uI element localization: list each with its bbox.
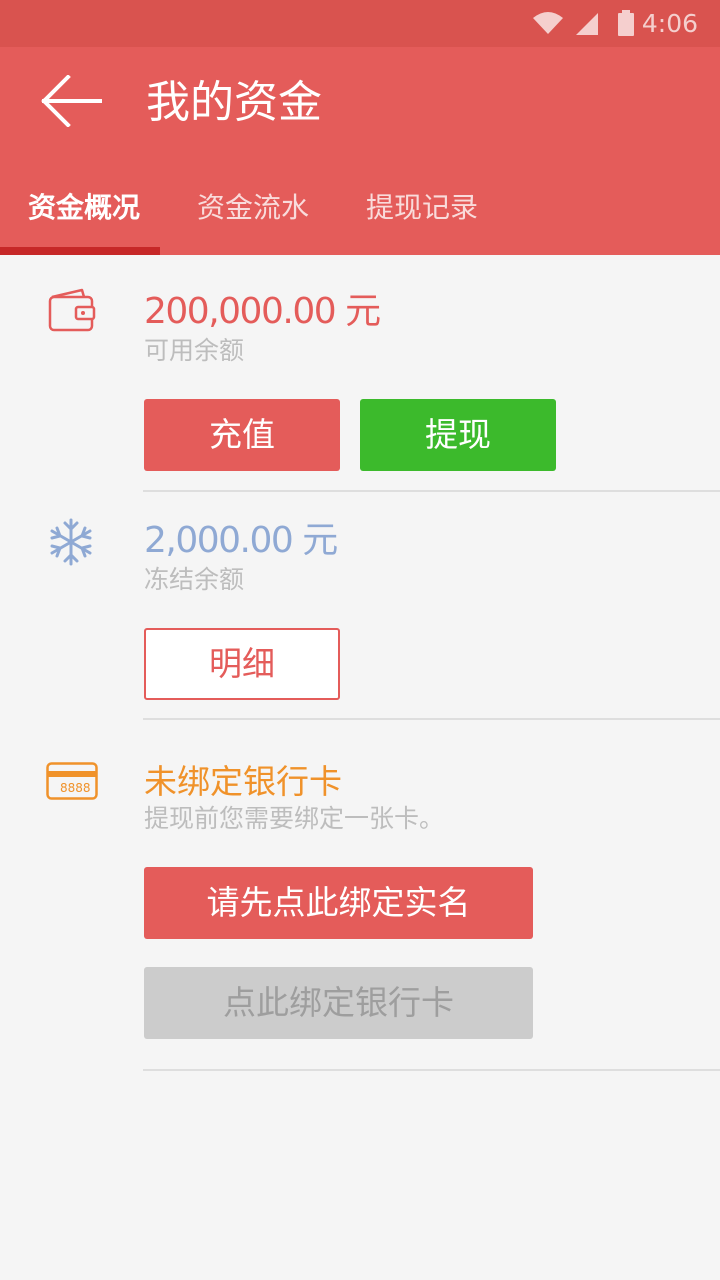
frozen-detail-button[interactable]: 明细 <box>144 628 340 700</box>
back-button[interactable] <box>40 74 104 128</box>
status-bar: 4:06 <box>0 0 720 47</box>
tab-indicator <box>0 247 160 255</box>
frozen-label: 冻结余额 <box>144 565 245 594</box>
bank-status-title: 未绑定银行卡 <box>144 762 342 801</box>
tab-fund-overview[interactable]: 资金概况 <box>28 186 140 255</box>
cellular-signal-icon <box>576 13 598 35</box>
withdraw-button[interactable]: 提现 <box>360 399 556 471</box>
snowflake-icon <box>50 518 92 566</box>
wallet-icon <box>48 288 96 332</box>
tab-fund-flow[interactable]: 资金流水 <box>197 186 309 255</box>
available-amount: 200,000.00 元 <box>144 291 381 332</box>
divider <box>143 490 720 492</box>
battery-icon <box>618 10 634 36</box>
status-clock: 4:06 <box>641 9 698 38</box>
bank-note: 提现前您需要绑定一张卡。 <box>144 804 445 833</box>
tab-withdraw-records[interactable]: 提现记录 <box>366 186 478 255</box>
arrow-left-icon <box>41 74 102 128</box>
divider <box>143 718 720 720</box>
app-bar: 我的资金 资金概况 资金流水 提现记录 <box>0 47 720 255</box>
page-title: 我的资金 <box>146 77 322 128</box>
bind-bank-card-button[interactable]: 点此绑定银行卡 <box>144 967 533 1039</box>
recharge-button[interactable]: 充值 <box>144 399 340 471</box>
divider <box>143 1069 720 1071</box>
frozen-amount: 2,000.00 元 <box>144 520 338 561</box>
wifi-icon <box>533 12 563 34</box>
bank-card-number: 8888 <box>60 781 91 795</box>
available-label: 可用余额 <box>144 336 245 365</box>
bind-real-name-button[interactable]: 请先点此绑定实名 <box>144 867 533 939</box>
